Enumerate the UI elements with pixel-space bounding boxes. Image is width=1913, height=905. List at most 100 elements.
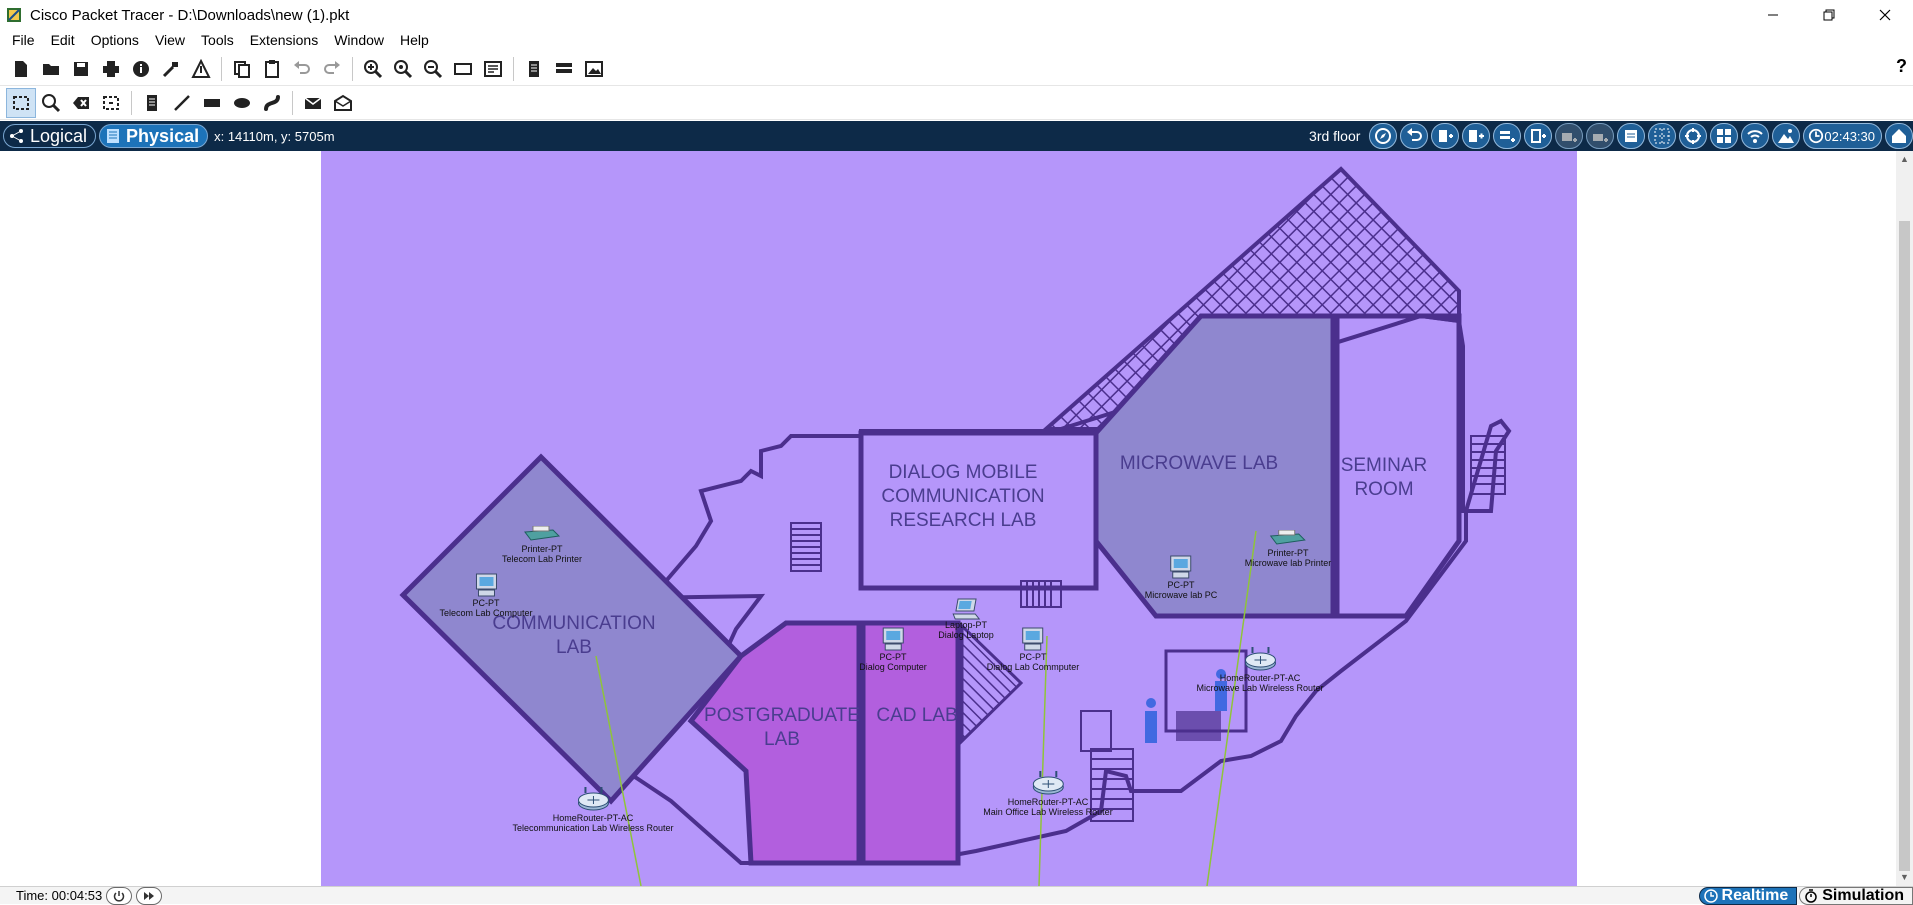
device-telecom-printer[interactable]: Printer-PT Telecom Lab Printer <box>502 526 582 564</box>
scrollbar-thumb[interactable] <box>1899 221 1910 871</box>
navigation-button[interactable] <box>1369 123 1398 149</box>
minimize-icon <box>1768 14 1778 16</box>
vertical-scrollbar[interactable]: ▲ ▼ <box>1896 151 1913 886</box>
inspect-tool-button[interactable] <box>36 88 66 118</box>
power-cycle-button[interactable] <box>106 886 133 905</box>
menu-extensions[interactable]: Extensions <box>242 30 326 50</box>
menu-help[interactable]: Help <box>392 30 437 50</box>
device-microwave-router[interactable]: HomeRouter-PT-AC Microwave Lab Wireless … <box>1196 645 1324 693</box>
room-label-seminar: SEMINAR ROOM <box>1341 454 1428 502</box>
device-microwave-pc[interactable]: PC-PT Microwave lab PC <box>1145 554 1217 600</box>
simple-pdu-button[interactable] <box>298 88 328 118</box>
cluster-button[interactable] <box>549 54 579 84</box>
pc-icon <box>475 573 497 597</box>
menu-window[interactable]: Window <box>326 30 392 50</box>
menu-file[interactable]: File <box>4 30 43 50</box>
tile-view-button[interactable] <box>1710 123 1739 149</box>
zoom-out-button[interactable] <box>418 54 448 84</box>
scroll-up-arrow-icon[interactable]: ▲ <box>1896 151 1913 168</box>
redo-button[interactable] <box>317 54 347 84</box>
realtime-mode-button[interactable]: Realtime <box>1698 887 1798 905</box>
undo-button[interactable] <box>287 54 317 84</box>
set-background-button[interactable] <box>1772 123 1801 149</box>
fast-forward-button[interactable] <box>136 886 163 905</box>
new-table-button[interactable] <box>1524 123 1553 149</box>
device-microwave-printer[interactable]: Printer-PT Microwave lab Printer <box>1245 530 1331 568</box>
new-shelf-button[interactable] <box>1555 123 1584 149</box>
activity-wizard-button[interactable] <box>156 54 186 84</box>
pc-icon <box>1170 555 1192 579</box>
menu-edit[interactable]: Edit <box>43 30 83 50</box>
complex-pdu-button[interactable] <box>328 88 358 118</box>
new-file-button[interactable] <box>6 54 36 84</box>
current-location-label: 3rd floor <box>1309 128 1361 144</box>
note-icon <box>147 94 157 111</box>
zoom-reset-icon <box>394 59 413 78</box>
device-dialog-computer-1[interactable]: PC-PT Dialog Computer <box>859 626 927 672</box>
logical-network-icon <box>10 129 23 143</box>
zoom-reset-button[interactable] <box>388 54 418 84</box>
pc-icon <box>882 627 904 651</box>
grid-button[interactable] <box>1648 123 1677 149</box>
new-building-button[interactable] <box>1431 123 1460 149</box>
menu-tools[interactable]: Tools <box>193 30 242 50</box>
custom-devices-dialog-button[interactable] <box>478 54 508 84</box>
zoom-in-button[interactable] <box>358 54 388 84</box>
device-dialog-computer-2[interactable]: PC-PT Dialog Lab Commputer <box>987 626 1079 672</box>
realtime-label: Realtime <box>1721 887 1789 904</box>
line-tool-button[interactable] <box>167 88 197 118</box>
menu-view[interactable]: View <box>147 30 193 50</box>
wireless-range-button[interactable] <box>1741 123 1770 149</box>
home-button[interactable] <box>1885 123 1913 149</box>
open-button[interactable] <box>36 54 66 84</box>
home-icon <box>1892 129 1906 143</box>
tab-logical[interactable]: Logical <box>3 124 97 148</box>
paste-button[interactable] <box>257 54 287 84</box>
custom-device-button[interactable] <box>186 54 216 84</box>
device-type-label: PC-PT <box>1019 652 1047 662</box>
wireless-router-icon <box>577 787 609 811</box>
building-add-icon <box>1439 130 1454 142</box>
help-button[interactable]: ? <box>1896 56 1907 77</box>
rectangle-tool-button[interactable] <box>197 88 227 118</box>
drawing-palette-button[interactable] <box>448 54 478 84</box>
room-label-dialog-line-2: COMMUNICATION <box>881 486 1045 507</box>
zoom-out-icon <box>424 59 443 78</box>
new-city-button[interactable] <box>1586 123 1615 149</box>
crosshair-icon <box>1685 128 1702 144</box>
physical-workspace-canvas[interactable]: DIALOG MOBILE COMMUNICATION RESEARCH LAB… <box>0 151 1913 886</box>
copy-button[interactable] <box>227 54 257 84</box>
move-object-button[interactable] <box>1617 123 1646 149</box>
resize-shape-tool-button[interactable] <box>96 88 126 118</box>
background-image-button[interactable] <box>579 54 609 84</box>
menu-options[interactable]: Options <box>83 30 147 50</box>
environment-clock[interactable]: 02:43:30 <box>1803 123 1882 149</box>
closet-add-icon <box>1469 130 1485 142</box>
freeform-icon <box>264 94 280 111</box>
close-button[interactable] <box>1857 0 1913 30</box>
restore-button[interactable] <box>1801 0 1857 30</box>
device-cad-router[interactable]: HomeRouter-PT-AC Main Office Lab Wireles… <box>983 769 1113 817</box>
device-telecom-computer[interactable]: PC-PT Telecom Lab Computer <box>439 572 533 618</box>
print-button[interactable] <box>96 54 126 84</box>
simulation-mode-button[interactable]: Simulation <box>1799 887 1913 905</box>
delete-tool-button[interactable] <box>66 88 96 118</box>
freeform-tool-button[interactable] <box>257 88 287 118</box>
new-rack-button[interactable] <box>1493 123 1522 149</box>
new-closet-button[interactable] <box>1462 123 1491 149</box>
back-button[interactable] <box>1400 123 1429 149</box>
viewport-button[interactable] <box>519 54 549 84</box>
scroll-down-arrow-icon[interactable]: ▼ <box>1896 869 1913 886</box>
minimize-button[interactable] <box>1745 0 1801 30</box>
info-button[interactable] <box>126 54 156 84</box>
tab-physical[interactable]: Physical <box>99 124 209 148</box>
table-add-icon <box>1531 129 1547 143</box>
navigation-panel-button[interactable] <box>1679 123 1708 149</box>
select-tool-button[interactable] <box>6 87 36 118</box>
device-dialog-laptop[interactable]: Laptop-PT Dialog Laptop <box>938 598 994 640</box>
device-telecom-router[interactable]: HomeRouter-PT-AC Telecommunication Lab W… <box>512 785 674 833</box>
note-tool-button[interactable] <box>137 88 167 118</box>
save-button[interactable] <box>66 54 96 84</box>
zoom-in-icon <box>364 59 383 78</box>
ellipse-tool-button[interactable] <box>227 88 257 118</box>
